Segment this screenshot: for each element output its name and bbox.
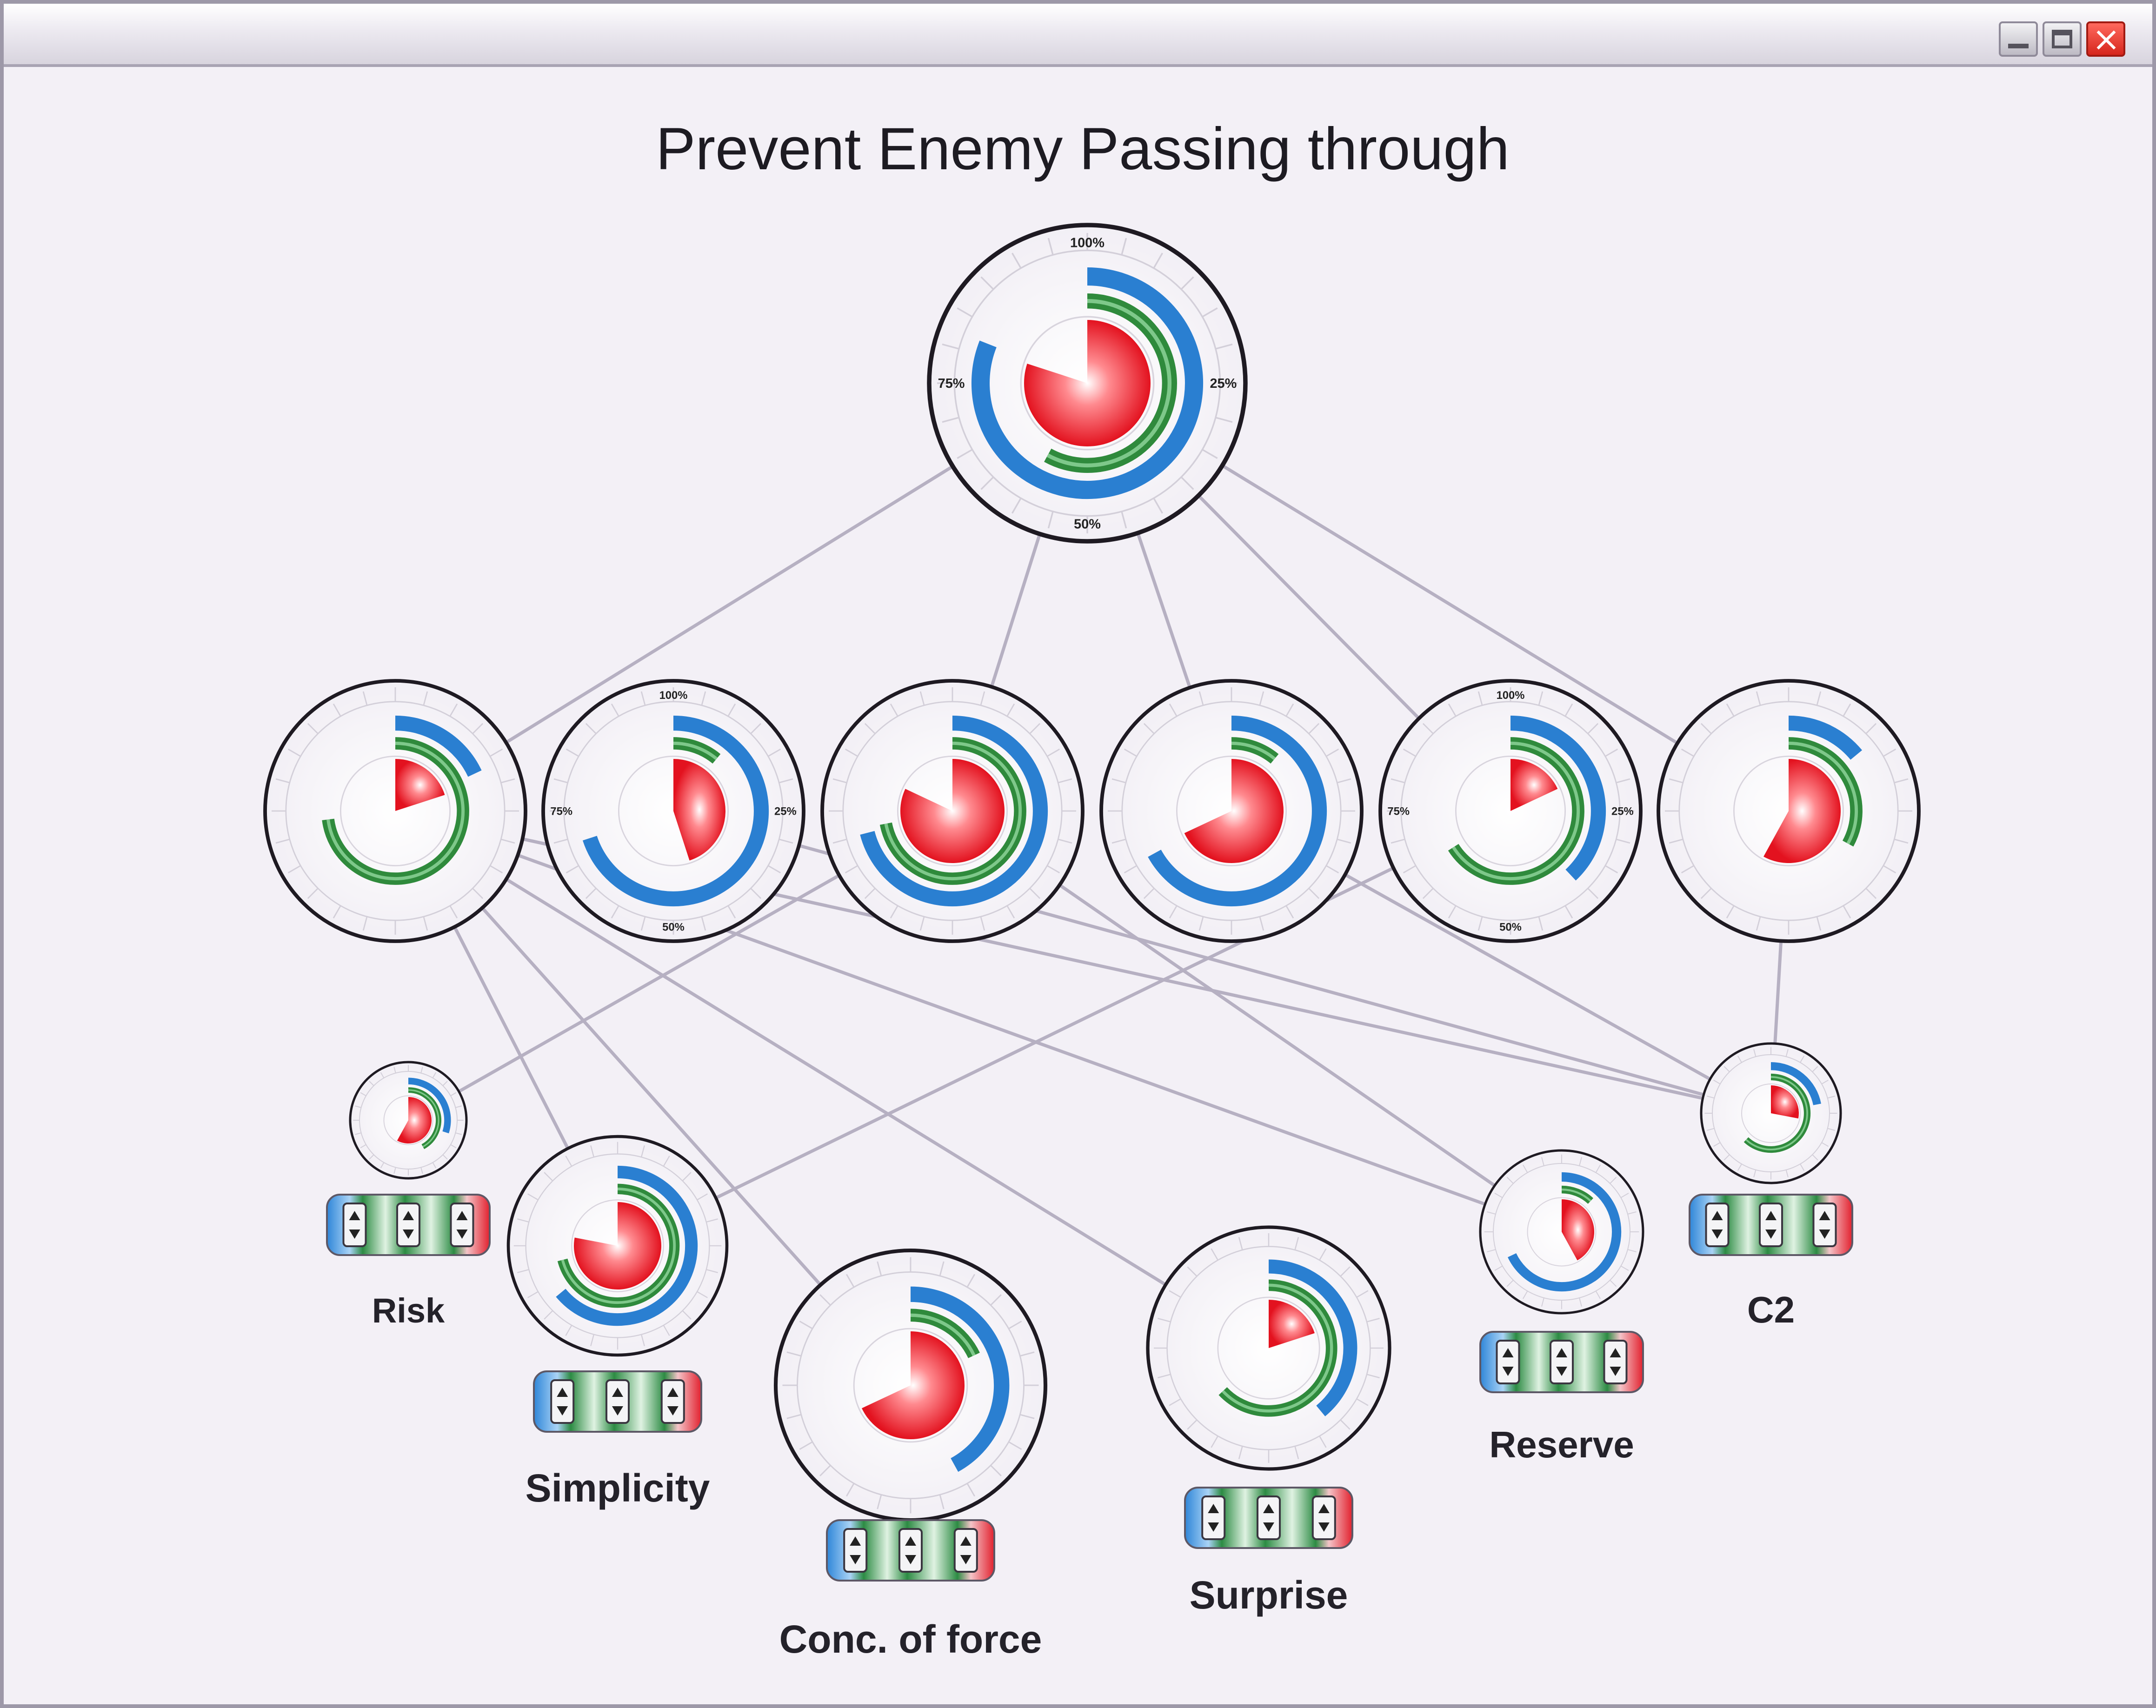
- weight-control[interactable]: [1184, 1487, 1353, 1549]
- blue-weight-stepper[interactable]: [1496, 1340, 1520, 1384]
- weight-control[interactable]: [1479, 1331, 1644, 1393]
- weight-control[interactable]: [326, 1194, 491, 1256]
- stepper-body: [450, 1203, 474, 1247]
- stepper-body: [1759, 1203, 1783, 1247]
- stepper-body: [1201, 1495, 1226, 1540]
- close-button[interactable]: [2086, 21, 2125, 57]
- percent-label: 100%: [1070, 236, 1105, 251]
- canvas-area: Prevent Enemy Passing through 100% 25% 50%…: [4, 67, 2152, 1708]
- stepper-body: [953, 1528, 978, 1573]
- stepper-body: [1550, 1340, 1574, 1384]
- green-weight-stepper[interactable]: [1257, 1495, 1281, 1540]
- stepper-body: [550, 1379, 575, 1424]
- criterion-node[interactable]: C2: [1689, 1042, 1853, 1330]
- red-weight-stepper[interactable]: [660, 1379, 685, 1424]
- weight-control[interactable]: [1689, 1194, 1853, 1256]
- percent-label: 25%: [1611, 805, 1634, 817]
- green-weight-stepper[interactable]: [1550, 1340, 1574, 1384]
- percent-label: 50%: [662, 921, 685, 933]
- criterion-node[interactable]: Risk: [326, 1061, 491, 1330]
- percent-label: 100%: [659, 689, 688, 702]
- percent-label: 75%: [1387, 805, 1410, 817]
- criterion-node[interactable]: Conc. of force: [773, 1248, 1048, 1661]
- criterion-node[interactable]: [1099, 679, 1364, 943]
- application-window: Prevent Enemy Passing through 100% 25% 50%…: [0, 0, 2156, 1708]
- node-label: C2: [1747, 1289, 1795, 1330]
- stepper-body: [660, 1379, 685, 1424]
- stepper-body: [898, 1528, 923, 1573]
- percent-label: 50%: [1499, 921, 1522, 933]
- criterion-node[interactable]: [820, 679, 1085, 943]
- criterion-node[interactable]: 100% 25% 50% 75%: [1378, 679, 1643, 943]
- percent-label: 100%: [1497, 689, 1525, 702]
- node-label: Simplicity: [526, 1466, 710, 1510]
- stepper-body: [843, 1528, 868, 1573]
- percent-label: 75%: [550, 805, 572, 817]
- criterion-node[interactable]: 100% 25% 50% 75%: [541, 679, 805, 943]
- stepper-body: [1257, 1495, 1281, 1540]
- percent-label: 25%: [1210, 376, 1237, 391]
- green-weight-stepper[interactable]: [606, 1379, 630, 1424]
- stepper-body: [1812, 1203, 1837, 1247]
- blue-weight-stepper[interactable]: [1705, 1203, 1730, 1247]
- green-weight-stepper[interactable]: [1759, 1203, 1783, 1247]
- maximize-button[interactable]: [2043, 21, 2082, 57]
- stepper-body: [1311, 1495, 1336, 1540]
- node-label: Risk: [372, 1291, 445, 1330]
- criterion-node[interactable]: Surprise: [1146, 1225, 1391, 1617]
- weight-control[interactable]: [826, 1519, 995, 1582]
- decision-graph: Prevent Enemy Passing through 100% 25% 50%…: [263, 116, 1921, 1661]
- criterion-node[interactable]: Reserve: [1479, 1149, 1644, 1465]
- weight-control[interactable]: [533, 1370, 702, 1433]
- percent-label: 75%: [938, 376, 965, 391]
- red-weight-stepper[interactable]: [1311, 1495, 1336, 1540]
- criterion-node[interactable]: [263, 679, 527, 943]
- stepper-body: [1603, 1340, 1628, 1384]
- page-title: Prevent Enemy Passing through: [656, 116, 1510, 182]
- green-weight-stepper[interactable]: [396, 1203, 420, 1247]
- node-label: Conc. of force: [779, 1617, 1042, 1661]
- node-label: Surprise: [1190, 1573, 1348, 1617]
- red-weight-stepper[interactable]: [1812, 1203, 1837, 1247]
- criterion-node[interactable]: Simplicity: [506, 1135, 729, 1510]
- red-weight-stepper[interactable]: [1603, 1340, 1628, 1384]
- stepper-body: [606, 1379, 630, 1424]
- title-bar[interactable]: [4, 4, 2152, 67]
- red-weight-stepper[interactable]: [450, 1203, 474, 1247]
- node-label: Reserve: [1489, 1424, 1634, 1465]
- percent-label: 25%: [774, 805, 797, 817]
- blue-weight-stepper[interactable]: [342, 1203, 367, 1247]
- criterion-node[interactable]: [1657, 679, 1921, 943]
- stepper-body: [1496, 1340, 1520, 1384]
- stepper-body: [396, 1203, 420, 1247]
- green-weight-stepper[interactable]: [898, 1528, 923, 1573]
- red-weight-stepper[interactable]: [953, 1528, 978, 1573]
- criterion-node[interactable]: 100% 25% 50% 75%: [927, 223, 1248, 544]
- blue-weight-stepper[interactable]: [1201, 1495, 1226, 1540]
- percent-label: 50%: [1074, 517, 1101, 532]
- minimize-button[interactable]: [1999, 21, 2038, 57]
- blue-weight-stepper[interactable]: [843, 1528, 868, 1573]
- stepper-body: [1705, 1203, 1730, 1247]
- blue-weight-stepper[interactable]: [550, 1379, 575, 1424]
- stepper-body: [342, 1203, 367, 1247]
